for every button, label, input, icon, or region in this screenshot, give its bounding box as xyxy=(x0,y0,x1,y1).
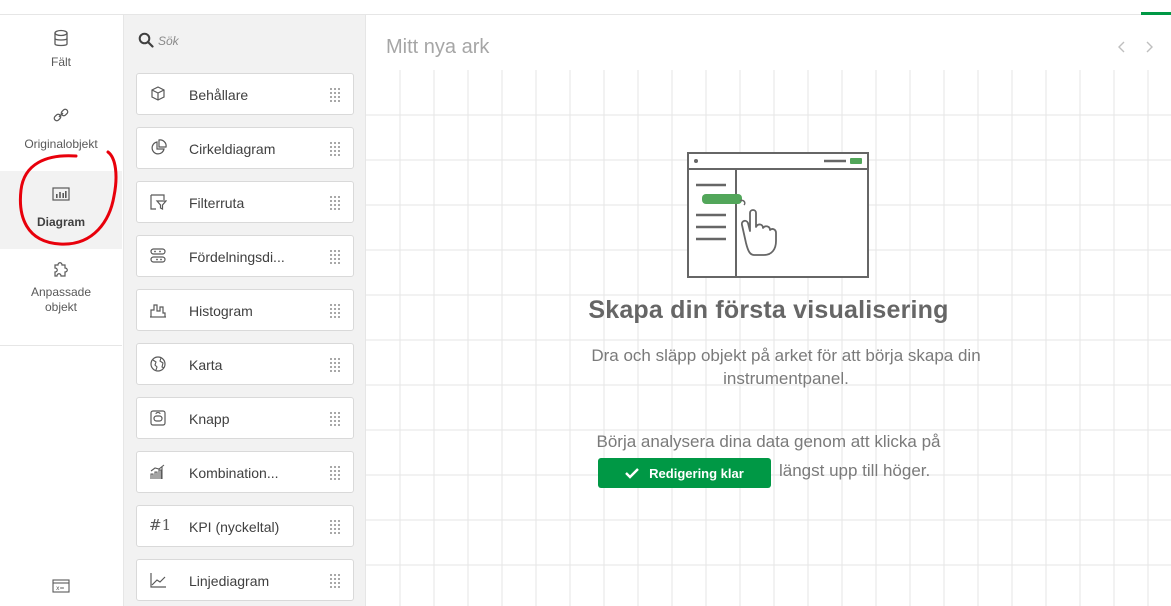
search-box[interactable] xyxy=(138,29,348,53)
distribution-plot-icon xyxy=(150,248,166,263)
object-item-histogram[interactable]: Histogram xyxy=(136,289,354,331)
chevron-left-icon[interactable] xyxy=(1114,37,1130,57)
line-chart-icon xyxy=(150,573,166,588)
done-editing-button[interactable]: Redigering klar xyxy=(598,458,771,488)
rail-item-label: Diagram xyxy=(36,215,86,229)
done-editing-label: Redigering klar xyxy=(649,465,744,481)
rail-item-label-line2: objekt xyxy=(44,300,78,314)
map-globe-icon xyxy=(150,356,166,372)
sheet-canvas[interactable]: Mitt nya ark Skapa din första visualiser… xyxy=(366,15,1171,606)
histogram-icon xyxy=(150,304,166,318)
rail-item-fields[interactable]: Fält xyxy=(0,29,122,87)
drag-handle-icon[interactable] xyxy=(329,141,341,157)
object-item-button[interactable]: Knapp xyxy=(136,397,354,439)
drag-handle-icon[interactable] xyxy=(329,573,341,589)
drag-handle-icon[interactable] xyxy=(329,357,341,373)
chevron-right-icon[interactable] xyxy=(1141,37,1157,57)
button-icon xyxy=(150,410,166,426)
rail-item-charts[interactable]: Diagram xyxy=(0,171,122,249)
rail-item-label: Originalobjekt xyxy=(24,137,98,151)
rail-divider xyxy=(0,345,122,346)
rail-item-master-items[interactable]: Originalobjekt xyxy=(0,105,122,165)
object-label: Cirkeldiagram xyxy=(189,141,276,157)
checkmark-icon xyxy=(625,468,640,479)
container-icon xyxy=(151,86,165,101)
bar-chart-icon xyxy=(52,187,70,201)
rail-item-variables[interactable]: x= xyxy=(0,575,122,601)
sheet-title[interactable]: Mitt nya ark xyxy=(386,36,489,59)
drag-handle-icon[interactable] xyxy=(329,87,341,103)
object-label: Linjediagram xyxy=(189,573,270,589)
drag-handle-icon[interactable] xyxy=(329,195,341,211)
svg-text:x=: x= xyxy=(56,585,65,592)
object-label: Knapp xyxy=(189,411,230,427)
link-icon xyxy=(53,108,69,122)
object-item-kpi[interactable]: #1 KPI (nyckeltal) xyxy=(136,505,354,547)
object-label: Kombination... xyxy=(189,465,279,481)
drag-handle-icon[interactable] xyxy=(329,303,341,319)
rail-item-custom-objects[interactable]: Anpassade objekt xyxy=(0,259,122,339)
sheet-grid xyxy=(366,70,1171,606)
variables-icon: x= xyxy=(52,579,70,593)
drag-handle-icon[interactable] xyxy=(329,411,341,427)
filter-pane-icon xyxy=(150,194,167,210)
pie-chart-icon xyxy=(151,139,167,155)
objects-panel: Behållare Cirkeldiagram Filterruta Förde… xyxy=(124,15,366,606)
object-label: Histogram xyxy=(189,303,253,319)
object-item-line-chart[interactable]: Linjediagram xyxy=(136,559,354,601)
puzzle-icon xyxy=(54,262,68,277)
object-label: Behållare xyxy=(189,87,249,103)
drag-handle-icon[interactable] xyxy=(329,249,341,265)
object-label: KPI (nyckeltal) xyxy=(189,519,280,535)
object-item-filter-pane[interactable]: Filterruta xyxy=(136,181,354,223)
search-icon xyxy=(138,32,154,48)
object-item-pie-chart[interactable]: Cirkeldiagram xyxy=(136,127,354,169)
combo-chart-icon xyxy=(150,464,165,479)
object-label: Karta xyxy=(189,357,223,373)
rail-item-label-line1: Anpassade xyxy=(30,285,92,299)
kpi-icon: #1 xyxy=(149,516,172,534)
object-label: Fördelningsdi... xyxy=(189,249,285,265)
object-item-container[interactable]: Behållare xyxy=(136,73,354,115)
asset-nav-rail: Fält Originalobjekt Diagram Anpassade ob… xyxy=(0,15,124,606)
drag-handle-icon[interactable] xyxy=(329,465,341,481)
drag-handle-icon[interactable] xyxy=(329,519,341,535)
rail-item-label: Fält xyxy=(50,55,71,69)
object-item-distribution-plot[interactable]: Fördelningsdi... xyxy=(136,235,354,277)
object-item-map[interactable]: Karta xyxy=(136,343,354,385)
database-icon xyxy=(54,29,68,47)
object-label: Filterruta xyxy=(189,195,245,211)
object-item-combo-chart[interactable]: Kombination... xyxy=(136,451,354,493)
search-input[interactable] xyxy=(158,29,348,53)
